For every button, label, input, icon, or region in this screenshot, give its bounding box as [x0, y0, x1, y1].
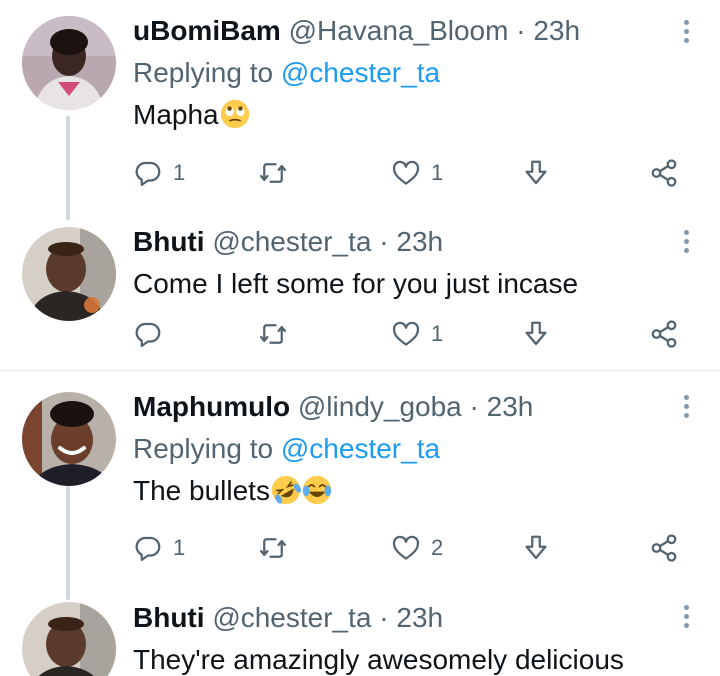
download-icon: [525, 535, 547, 560]
user-handle[interactable]: @chester_ta: [212, 602, 371, 633]
avatar-image: [22, 16, 116, 110]
timestamp[interactable]: 23h: [533, 15, 580, 46]
retweet-icon: [260, 538, 286, 558]
tweet-text-content: Mapha: [133, 99, 219, 130]
display-name[interactable]: Bhuti: [133, 602, 205, 633]
display-name[interactable]: uBomiBam: [133, 15, 281, 46]
reply-icon: [135, 322, 161, 347]
download-button[interactable]: [521, 156, 551, 190]
heart-icon: [392, 321, 420, 346]
avatar[interactable]: [22, 392, 116, 486]
tweet-header: uBomiBam @Havana_Bloom · 23h: [133, 14, 660, 48]
avatar-image: [22, 602, 116, 676]
tweet-text: Mapha: [133, 98, 660, 132]
like-button[interactable]: 1: [391, 317, 443, 351]
reply-count: 1: [173, 160, 186, 185]
timestamp[interactable]: 23h: [487, 391, 534, 422]
more-options-icon[interactable]: [682, 395, 690, 418]
separator: ·: [379, 226, 389, 257]
heart-icon: [392, 535, 420, 560]
like-count: 2: [431, 535, 444, 560]
reply-count: 1: [173, 535, 186, 560]
share-icon: [651, 320, 677, 348]
retweet-button[interactable]: [258, 156, 298, 190]
more-options-icon[interactable]: [682, 230, 690, 253]
replying-to: Replying to @chester_ta: [133, 432, 660, 466]
replying-to-handle[interactable]: @chester_ta: [281, 57, 440, 88]
like-button[interactable]: 2: [391, 531, 443, 565]
share-icon: [651, 159, 677, 187]
tweet-header: Maphumulo @lindy_goba · 23h: [133, 390, 660, 424]
like-button[interactable]: 1: [391, 156, 443, 190]
reply-icon: [135, 536, 161, 561]
like-count: 1: [431, 321, 444, 346]
reply-icon: [135, 161, 161, 186]
more-options-icon[interactable]: [682, 605, 690, 628]
download-button[interactable]: [521, 317, 551, 351]
reply-thread: uBomiBam @Havana_Bloom · 23h Replying to…: [0, 0, 720, 676]
replying-to: Replying to @chester_ta: [133, 56, 660, 90]
share-button[interactable]: [649, 156, 679, 190]
retweet-icon: [260, 324, 286, 344]
user-handle[interactable]: @Havana_Bloom: [289, 15, 509, 46]
like-count: 1: [431, 160, 444, 185]
face-with-rolling-eyes-icon: [220, 99, 249, 129]
avatar-image: [22, 227, 116, 321]
share-icon: [651, 534, 677, 562]
user-handle[interactable]: @lindy_goba: [298, 391, 462, 422]
replying-to-label: Replying to: [133, 57, 274, 88]
tweet-actions: 1 2: [133, 531, 693, 565]
tweet-header: Bhuti @chester_ta · 23h: [133, 601, 660, 635]
retweet-button[interactable]: [258, 317, 298, 351]
more-options-icon[interactable]: [682, 20, 690, 43]
display-name[interactable]: Maphumulo: [133, 391, 290, 422]
download-icon: [525, 321, 547, 346]
replying-to-handle[interactable]: @chester_ta: [281, 433, 440, 464]
reply-button[interactable]: 1: [133, 156, 185, 190]
tweet[interactable]: Maphumulo @lindy_goba · 23h Replying to …: [0, 371, 720, 585]
timestamp[interactable]: 23h: [396, 226, 443, 257]
avatar[interactable]: [22, 16, 116, 110]
tweet[interactable]: uBomiBam @Havana_Bloom · 23h Replying to…: [0, 0, 720, 200]
avatar[interactable]: [22, 227, 116, 321]
rolling-on-the-floor-laughing-icon: [271, 475, 301, 505]
reply-button[interactable]: [133, 317, 173, 351]
tweet-text-content: The bullets: [133, 475, 270, 506]
download-button[interactable]: [521, 531, 551, 565]
face-with-tears-of-joy-icon: [302, 475, 332, 505]
separator: ·: [516, 15, 526, 46]
tweet[interactable]: Bhuti @chester_ta · 23h Come I left some…: [0, 200, 720, 370]
tweet[interactable]: Bhuti @chester_ta · 23h They're amazingl…: [0, 585, 720, 676]
separator: ·: [469, 391, 479, 422]
avatar[interactable]: [22, 602, 116, 676]
tweet-actions: 1: [133, 317, 693, 351]
download-icon: [525, 160, 547, 185]
tweet-text: The bullets: [133, 474, 660, 508]
avatar-image: [22, 392, 116, 486]
replying-to-label: Replying to: [133, 433, 274, 464]
reply-button[interactable]: 1: [133, 531, 185, 565]
retweet-button[interactable]: [258, 531, 298, 565]
tweet-text: They're amazingly awesomely delicious: [133, 644, 624, 675]
separator: ·: [379, 602, 389, 633]
tweet-text: Come I left some for you just incase: [133, 268, 579, 299]
retweet-icon: [260, 163, 286, 183]
tweet-actions: 1 1: [133, 156, 693, 190]
tweet-header: Bhuti @chester_ta · 23h: [133, 225, 660, 259]
share-button[interactable]: [649, 531, 679, 565]
timestamp[interactable]: 23h: [396, 602, 443, 633]
share-button[interactable]: [649, 317, 679, 351]
user-handle[interactable]: @chester_ta: [212, 226, 371, 257]
display-name[interactable]: Bhuti: [133, 226, 205, 257]
heart-icon: [392, 160, 420, 185]
